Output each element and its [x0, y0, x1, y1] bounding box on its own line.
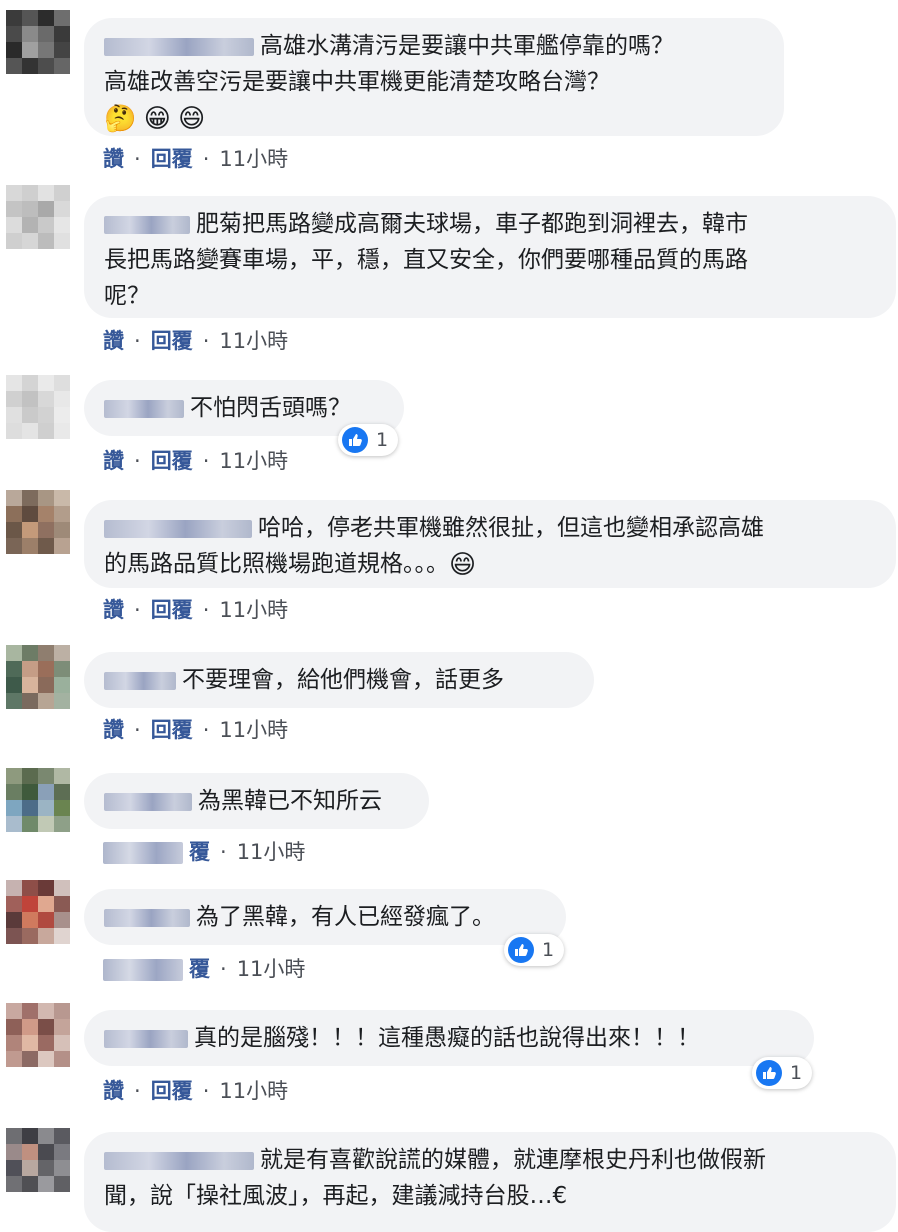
timestamp[interactable]: 11小時: [219, 598, 288, 622]
comment-actions: 讚 · 回覆 · 11小時: [103, 329, 289, 353]
comment-text: 不要理會，給他們機會，話更多: [182, 667, 504, 693]
reaction-badge[interactable]: 1: [338, 424, 399, 456]
timestamp[interactable]: 11小時: [219, 329, 288, 353]
timestamp[interactable]: 11小時: [219, 147, 288, 171]
reply-link[interactable]: 覆: [189, 840, 210, 864]
reply-link[interactable]: 覆: [189, 957, 210, 981]
author-name[interactable]: [104, 671, 176, 690]
comment-actions: 覆 · 11小時: [103, 953, 305, 983]
timestamp[interactable]: 11小時: [237, 957, 306, 981]
reaction-badge[interactable]: 1: [752, 1057, 813, 1089]
author-name[interactable]: [104, 215, 190, 234]
avatar[interactable]: [6, 10, 70, 74]
comment-text: 真的是腦殘！！！這種愚癡的話也說得出來！！！: [194, 1025, 700, 1051]
author-name[interactable]: [104, 792, 192, 811]
avatar[interactable]: [6, 880, 70, 944]
timestamp[interactable]: 11小時: [237, 840, 306, 864]
reply-link[interactable]: 回覆: [151, 449, 193, 473]
comment-actions: 讚 · 回覆 · 11小時: [103, 449, 289, 473]
comment-text: 的馬路品質比照機場跑道規格。。。: [104, 551, 449, 577]
timestamp[interactable]: 11小時: [219, 1079, 288, 1103]
comment-text: 高雄改善空污是要讓中共軍機更能清楚攻略台灣？: [104, 69, 610, 95]
smile-emoji-icon: 😄: [178, 103, 206, 134]
comment-bubble: 不要理會，給他們機會，話更多: [84, 652, 594, 708]
comment-text: 高雄水溝清污是要讓中共軍艦停靠的嗎？: [260, 33, 674, 59]
smile-emoji-icon: 😄: [449, 549, 477, 580]
like-link[interactable]: 讚: [103, 329, 124, 353]
comment-text: 不怕閃舌頭嗎？: [190, 395, 351, 421]
reaction-count: 1: [542, 939, 555, 961]
reaction-badge[interactable]: 1: [504, 934, 565, 966]
thumbs-up-icon: [342, 427, 368, 453]
like-link[interactable]: 讚: [103, 718, 124, 742]
author-name[interactable]: [104, 399, 184, 418]
avatar[interactable]: [6, 768, 70, 832]
author-name[interactable]: [104, 908, 190, 927]
reply-link[interactable]: 回覆: [151, 1079, 193, 1103]
comment-text: 肥菊把馬路變成高爾夫球場，車子都跑到洞裡去，韓市: [196, 211, 748, 237]
comment-text: 長把馬路變賽車場，平，穩，直又安全，你們要哪種品質的馬路: [104, 247, 748, 273]
author-name[interactable]: [104, 519, 252, 538]
thumbs-up-icon: [756, 1060, 782, 1086]
comment-actions: 讚 · 回覆 · 11小時: [103, 598, 289, 622]
comment-actions: 覆 · 11小時: [103, 836, 305, 866]
comment-text: 為了黑韓，有人已經發瘋了。: [196, 904, 495, 930]
reaction-count: 1: [790, 1062, 803, 1084]
comment-bubble: 哈哈，停老共軍機雖然很扯，但這也變相承認高雄 的馬路品質比照機場跑道規格。。。😄: [84, 500, 896, 588]
comment-bubble: 肥菊把馬路變成高爾夫球場，車子都跑到洞裡去，韓市 長把馬路變賽車場，平，穩，直又…: [84, 196, 896, 318]
avatar[interactable]: [6, 1128, 70, 1192]
comment-text: 就是有喜歡說謊的媒體，就連摩根史丹利也做假新: [260, 1147, 766, 1173]
like-link[interactable]: 讚: [103, 598, 124, 622]
author-name[interactable]: [104, 1029, 188, 1048]
timestamp[interactable]: 11小時: [219, 449, 288, 473]
reaction-count: 1: [376, 429, 389, 451]
thinking-emoji-icon: 🤔: [104, 103, 137, 134]
comment-text: 呢？: [104, 283, 150, 309]
comment-bubble: 為黑韓已不知所云: [84, 773, 429, 829]
comment-bubble: 為了黑韓，有人已經發瘋了。: [84, 889, 566, 945]
reply-link[interactable]: 回覆: [151, 598, 193, 622]
comment-bubble: 高雄水溝清污是要讓中共軍艦停靠的嗎？ 高雄改善空污是要讓中共軍機更能清楚攻略台灣…: [84, 18, 784, 136]
comment-text: 為黑韓已不知所云: [198, 788, 382, 814]
reply-link[interactable]: 回覆: [151, 147, 193, 171]
comment-bubble: 就是有喜歡說謊的媒體，就連摩根史丹利也做假新 聞，說「操社風波」，再起，建議減持…: [84, 1132, 896, 1232]
like-link[interactable]: 讚: [103, 1079, 124, 1103]
timestamp[interactable]: 11小時: [219, 718, 288, 742]
author-name[interactable]: [104, 37, 254, 56]
comment-actions: 讚 · 回覆 · 11小時: [103, 147, 289, 171]
author-name[interactable]: [104, 1151, 254, 1170]
thumbs-up-icon: [508, 937, 534, 963]
reply-link[interactable]: 回覆: [151, 329, 193, 353]
comment-text: 聞，說「操社風波」，再起，建議減持台股…€: [104, 1183, 568, 1209]
avatar[interactable]: [6, 645, 70, 709]
like-link[interactable]: 讚: [103, 449, 124, 473]
comment-actions: 讚 · 回覆 · 11小時: [103, 718, 289, 742]
comment-bubble: 真的是腦殘！！！這種愚癡的話也說得出來！！！: [84, 1010, 814, 1066]
grin-emoji-icon: 😁: [143, 103, 171, 134]
comment-actions: 讚 · 回覆 · 11小時: [103, 1079, 289, 1103]
avatar[interactable]: [6, 185, 70, 249]
avatar[interactable]: [6, 490, 70, 554]
comment-text: 哈哈，停老共軍機雖然很扯，但這也變相承認高雄: [258, 515, 764, 541]
avatar[interactable]: [6, 1003, 70, 1067]
like-link[interactable]: 讚: [103, 147, 124, 171]
reply-link[interactable]: 回覆: [151, 718, 193, 742]
avatar[interactable]: [6, 375, 70, 439]
